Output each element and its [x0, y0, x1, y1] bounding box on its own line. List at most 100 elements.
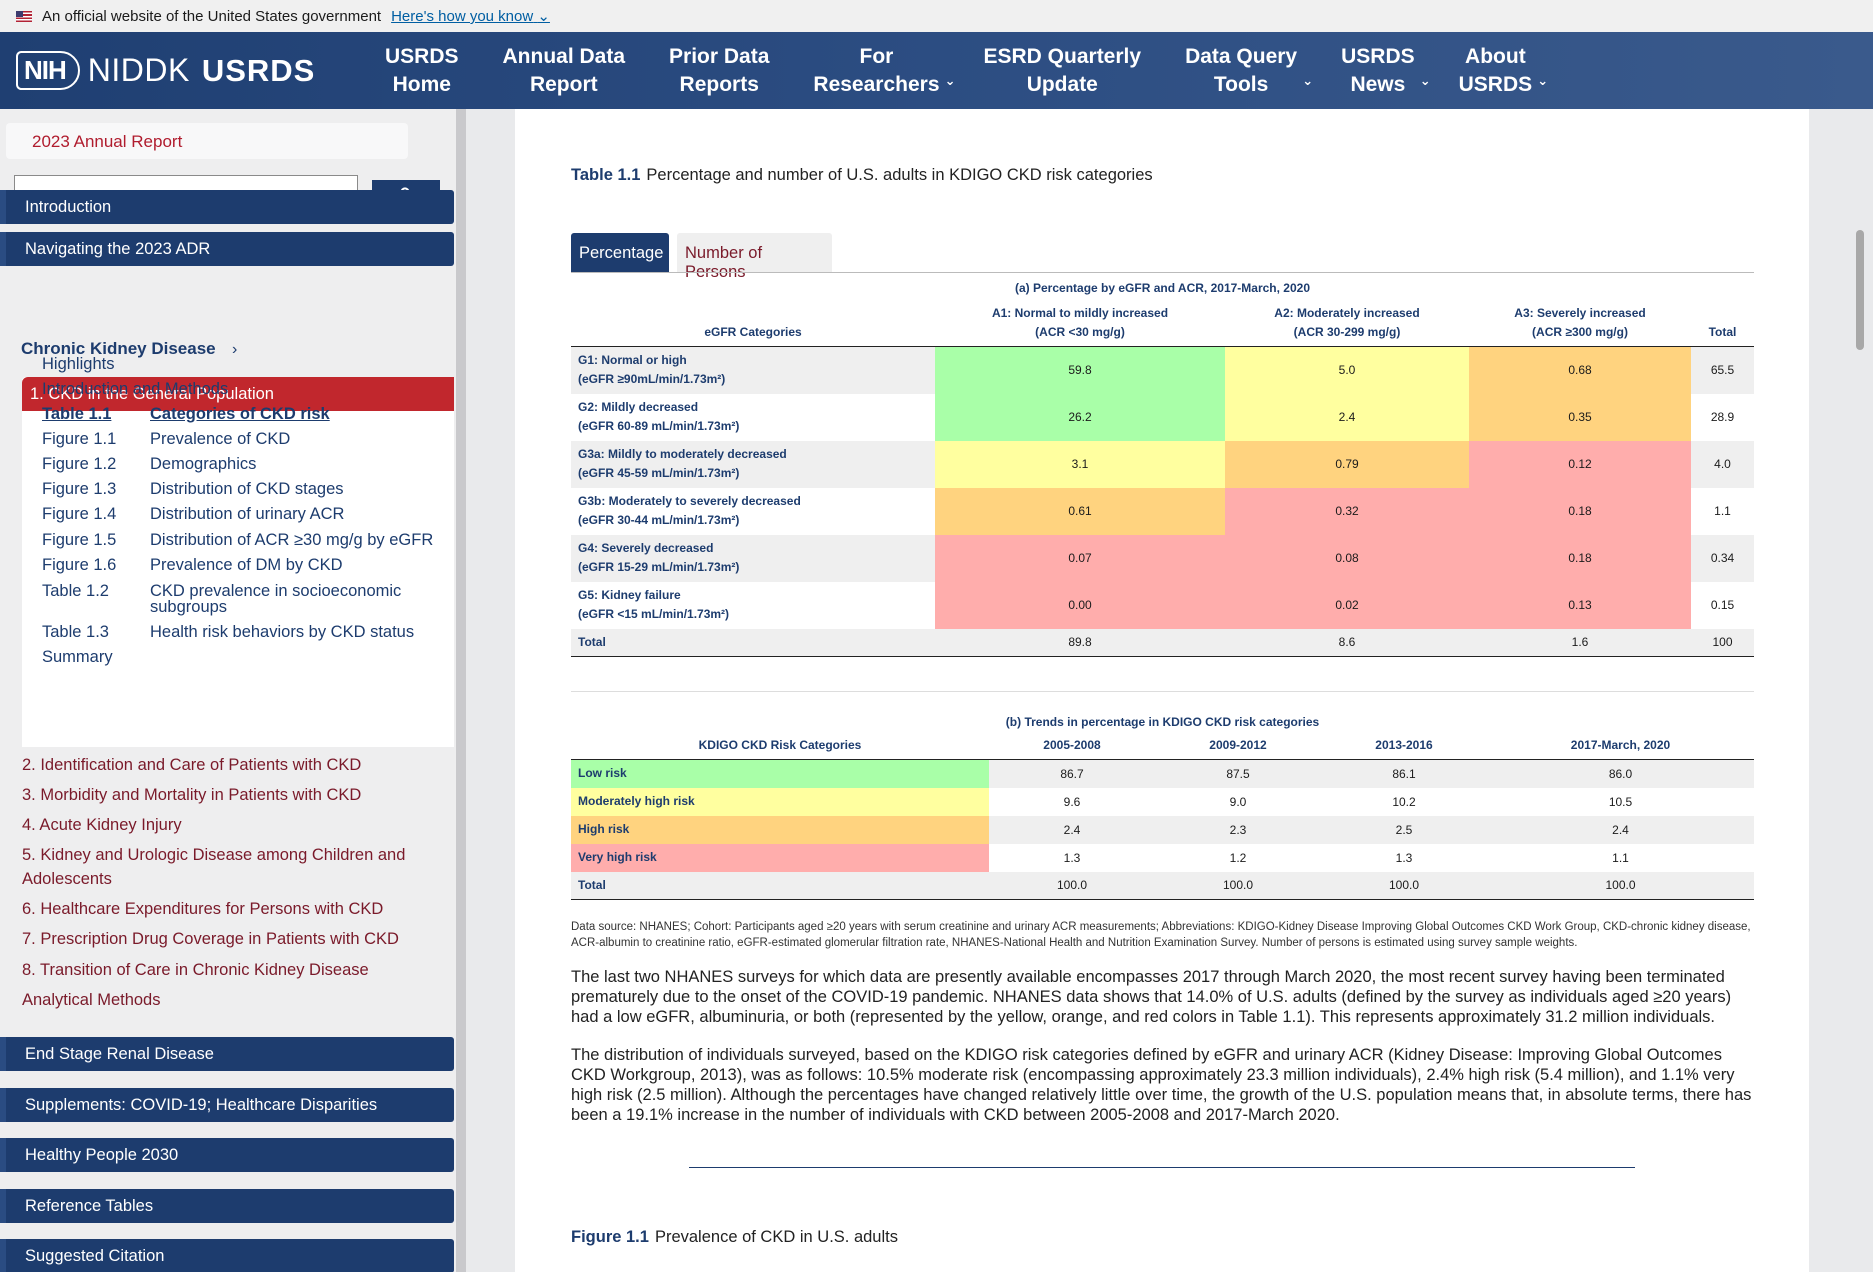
submenu-item-table-1-2[interactable]: Table 1.2 — [42, 582, 109, 601]
column-header: 2013-2016 — [1321, 736, 1487, 760]
row-label: Total — [571, 628, 935, 657]
submenu-link-distribution-of-acr-30-mg-g-by-egfr[interactable]: Distribution of ACR ≥30 mg/g by eGFR — [150, 532, 450, 549]
row-label: High risk — [571, 815, 989, 844]
nih-logo: NIH — [16, 51, 80, 90]
sidebar-scrollbar[interactable] — [456, 109, 466, 1272]
column-header: 2017-March, 2020 — [1487, 736, 1754, 760]
sidebar-healthy-people-2030[interactable]: Healthy People 2030 — [0, 1138, 454, 1172]
nav-label: Data Query Tools — [1185, 44, 1298, 96]
submenu-item-figure-1-1[interactable]: Figure 1.1 — [42, 430, 116, 449]
nav-for-researchers[interactable]: For Researchers ⌄ — [813, 43, 955, 99]
sidebar-navigating-the-2023-adr[interactable]: Navigating the 2023 ADR — [0, 232, 454, 266]
submenu-link-demographics[interactable]: Demographics — [150, 456, 450, 473]
table-cell: 0.12 — [1469, 440, 1691, 488]
submenu-link-ckd-prevalence-in-socioeconomic-subgroups[interactable]: CKD prevalence in socioeconomic subgroup… — [150, 583, 450, 616]
table-row: Very high risk 1.3 1.2 1.3 1.1 — [571, 843, 1754, 872]
submenu-item-table-1-1[interactable]: Table 1.1 — [42, 405, 111, 424]
heres-how-you-know-link[interactable]: Here's how you know ⌄ — [391, 7, 550, 25]
figure-title: Figure 1.1 Prevalence of CKD in U.S. adul… — [571, 1228, 898, 1246]
sidebar-end-stage-renal-disease[interactable]: End Stage Renal Disease — [0, 1037, 454, 1071]
submenu-item-figure-1-2[interactable]: Figure 1.2 — [42, 455, 116, 474]
table-cell: 100.0 — [1487, 871, 1754, 900]
chevron-down-icon: ⌄ — [1537, 72, 1549, 88]
submenu-item-introduction-and-methods[interactable]: Introduction and Methods — [42, 380, 228, 399]
submenu-link-distribution-of-urinary-acr[interactable]: Distribution of urinary ACR — [150, 506, 450, 523]
row-label: G4: Severely decreased (eGFR 15-29 mL/mi… — [571, 534, 935, 582]
chevron-down-icon: ⌄ — [1419, 72, 1431, 88]
chapter-7-prescription-drug-coverage-in-patients[interactable]: 7. Prescription Drug Coverage in Patient… — [22, 927, 442, 951]
table-cell: 2.3 — [1155, 815, 1321, 844]
chapter-5-kidney-and-urologic-disease-among-chil[interactable]: 5. Kidney and Urologic Disease among Chi… — [22, 843, 442, 891]
sidebar-reference-tables[interactable]: Reference Tables — [0, 1189, 454, 1223]
table-cell: 2.5 — [1321, 815, 1487, 844]
chapter-6-healthcare-expenditures-for-persons-wi[interactable]: 6. Healthcare Expenditures for Persons w… — [22, 897, 442, 921]
table-cell: 8.6 — [1225, 628, 1469, 657]
chapter-analytical-methods[interactable]: Analytical Methods — [22, 988, 442, 1012]
paragraph-2: The distribution of individuals surveyed… — [571, 1046, 1752, 1124]
chevron-right-icon[interactable]: › — [232, 341, 237, 359]
nav-prior-data-reports[interactable]: Prior Data Reports — [669, 43, 769, 99]
submenu-link-categories-of-ckd-risk[interactable]: Categories of CKD risk — [150, 406, 450, 423]
table-cell: 1.1 — [1612, 850, 1629, 865]
nav-data-query-tools[interactable]: Data Query Tools ⌄ — [1185, 43, 1313, 99]
submenu-link-distribution-of-ckd-stages[interactable]: Distribution of CKD stages — [150, 481, 450, 498]
nav-esrd-quarterly-update[interactable]: ESRD Quarterly Update — [984, 43, 1142, 99]
nav-usrds-news[interactable]: USRDS News ⌄ — [1341, 43, 1431, 99]
table-cell: 59.8 — [935, 346, 1225, 394]
site-logo[interactable]: NIH NIDDK USRDS — [16, 51, 315, 90]
column-header: Total — [1691, 304, 1754, 347]
nav-label: About USRDS — [1458, 44, 1533, 96]
submenu-item-figure-1-6[interactable]: Figure 1.6 — [42, 556, 116, 575]
nav-annual-data-report[interactable]: Annual Data Report — [503, 43, 626, 99]
column-header: 2005-2008 — [989, 736, 1155, 760]
row-label: G3b: Moderately to severely decreased (e… — [578, 494, 801, 527]
sidebar-supplements-covid-19-healthcare-disparities[interactable]: Supplements: COVID-19; Healthcare Dispar… — [0, 1088, 454, 1122]
sidebar-suggested-citation[interactable]: Suggested Citation — [0, 1239, 454, 1272]
tab-number-of-persons[interactable]: Number of Persons — [677, 233, 832, 281]
sidebar-introduction[interactable]: Introduction — [0, 190, 454, 224]
gov-banner: An official website of the United States… — [0, 0, 1873, 32]
nav-usrds-home[interactable]: USRDS Home — [385, 43, 459, 99]
nav-label: ESRD Quarterly Update — [983, 44, 1142, 96]
row-label: Low risk — [571, 759, 989, 788]
content-divider — [689, 1167, 1635, 1168]
submenu-item-table-1-3[interactable]: Table 1.3 — [42, 623, 109, 642]
table-cell: 0.15 — [1710, 598, 1735, 612]
nav-about-usrds[interactable]: About USRDS ⌄ — [1458, 43, 1549, 99]
submenu-item-highlights[interactable]: Highlights — [42, 355, 114, 374]
table-cell: 87.5 — [1155, 759, 1321, 788]
table-total-row: Total 89.8 8.6 1.6 100 — [571, 628, 1754, 657]
table-cell: 89.8 — [935, 628, 1225, 657]
submenu-item-figure-1-5[interactable]: Figure 1.5 — [42, 531, 116, 550]
table-cell: 0.00 — [935, 581, 1225, 629]
submenu-link-prevalence-of-dm-by-ckd[interactable]: Prevalence of DM by CKD — [150, 557, 450, 574]
table-cell: 5.0 — [1225, 346, 1469, 394]
page-scrollbar-thumb[interactable] — [1856, 230, 1864, 350]
submenu-item-summary[interactable]: Summary — [42, 648, 113, 667]
submenu-item-figure-1-4[interactable]: Figure 1.4 — [42, 505, 116, 524]
table-b-caption: (b) Trends in percentage in KDIGO CKD ri… — [1005, 715, 1320, 729]
annual-report-tab[interactable]: 2023 Annual Report — [6, 123, 408, 159]
submenu-link-health-risk-behaviors-by-ckd-status[interactable]: Health risk behaviors by CKD status — [150, 624, 450, 641]
nav-label: Annual Data Report — [502, 44, 626, 96]
nav-label: For Researchers — [813, 44, 940, 96]
table-cell: 28.9 — [1710, 410, 1735, 424]
niddk-logo: NIDDK — [87, 52, 190, 88]
table-cell: 1.6 — [1469, 628, 1691, 657]
us-flag-icon — [16, 10, 32, 22]
table-a: eGFR Categories A1: Normal to mildly incr… — [571, 304, 1754, 657]
chapter-8-transition-of-care-in-chronic-kidney-d[interactable]: 8. Transition of Care in Chronic Kidney … — [22, 958, 442, 982]
chapter-3-morbidity-and-mortality-in-patients-wi[interactable]: 3. Morbidity and Mortality in Patients w… — [22, 783, 442, 807]
submenu-item-figure-1-3[interactable]: Figure 1.3 — [42, 480, 116, 499]
sidebar: 2023 Annual Report Chronic Kidney Diseas… — [0, 109, 462, 1272]
table-cell: 86.7 — [989, 759, 1155, 788]
tab-percentage[interactable]: Percentage — [571, 233, 669, 273]
table-row: G1: Normal or high (eGFR ≥90mL/min/1.73m… — [571, 346, 1754, 394]
table-cell: 0.32 — [1225, 487, 1469, 535]
submenu-link-prevalence-of-ckd[interactable]: Prevalence of CKD — [150, 431, 450, 448]
row-label: Total — [571, 871, 989, 900]
table-total-row: Total 100.0 100.0 100.0 100.0 — [571, 871, 1754, 900]
chapter-2-identification-and-care-of-patients-wi[interactable]: 2. Identification and Care of Patients w… — [22, 753, 442, 777]
chapter-4-acute-kidney-injury[interactable]: 4. Acute Kidney Injury — [22, 813, 442, 837]
table-row: G4: Severely decreased (eGFR 15-29 mL/mi… — [571, 534, 1754, 582]
